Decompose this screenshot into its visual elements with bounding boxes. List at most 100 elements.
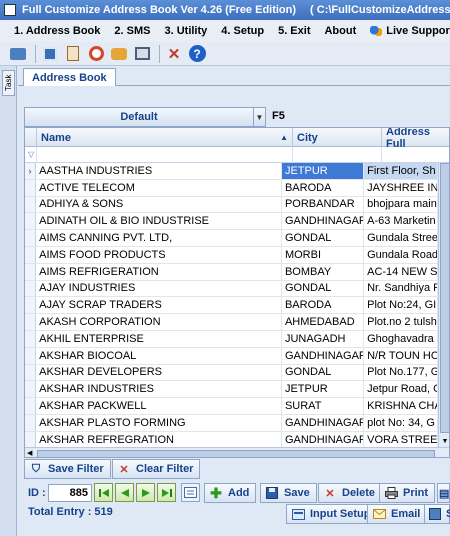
menu-utility[interactable]: 3. Utility (164, 25, 207, 37)
cell-city[interactable]: BARODA (282, 179, 365, 196)
cell-name[interactable]: ACTIVE TELECOM (36, 179, 282, 196)
table-row[interactable]: AKSHAR BIOCOAL GANDHINAGAR N/R TOUN HO (25, 347, 438, 365)
cell-name[interactable]: AKSHAR BIOCOAL (36, 347, 282, 364)
tab-address-book[interactable]: Address Book (23, 68, 116, 87)
alarm-clock-icon[interactable] (86, 44, 106, 64)
table-row[interactable]: › AASTHA INDUSTRIES JETPUR First Floor, Sh (25, 163, 438, 180)
cell-address[interactable]: Gundala Road (364, 246, 438, 263)
add-button[interactable]: ✚ Add (204, 483, 257, 503)
delete-button[interactable]: ✕ Delete (318, 483, 383, 503)
cell-city[interactable]: GONDAL (282, 364, 365, 381)
cell-address[interactable]: A-63 Marketin (364, 213, 438, 230)
cell-city[interactable]: PORBANDAR (282, 196, 365, 213)
cell-city[interactable]: GANDHINAGAR (282, 213, 365, 230)
cell-city[interactable]: AHMEDABAD (282, 314, 365, 330)
menu-address-book[interactable]: 1. Address Book (14, 25, 100, 37)
row-indicator[interactable] (25, 196, 37, 213)
input-setup-button[interactable]: Input Setup (286, 504, 378, 524)
cell-city[interactable]: GANDHINAGAR (282, 431, 365, 448)
cell-address[interactable]: KRISHNA CHA (364, 398, 438, 414)
cell-address[interactable]: Plot No.177, G (364, 364, 438, 381)
cell-name[interactable]: AKSHAR DEVELOPERS (36, 364, 282, 381)
table-row[interactable]: ADHIYA & SONS PORBANDAR bhojpara main (25, 196, 438, 214)
row-indicator[interactable] (25, 213, 37, 230)
id-input[interactable] (48, 484, 92, 502)
cell-name[interactable]: AKSHAR REFREGRATION (36, 431, 282, 448)
cell-name[interactable]: AJAY SCRAP TRADERS (36, 297, 282, 314)
column-header-name[interactable]: Name ▲ (37, 128, 293, 147)
first-record-button[interactable] (94, 483, 113, 502)
cell-address[interactable]: VORA STREE (364, 431, 438, 448)
print-button[interactable]: Print (379, 483, 436, 503)
table-row[interactable]: AKASH CORPORATION AHMEDABAD Plot.no 2 tuls… (25, 314, 438, 331)
chevron-down-icon[interactable]: ▼ (253, 108, 265, 126)
cell-name[interactable]: AKSHAR PLASTO FORMING (36, 414, 282, 431)
cell-address[interactable]: JAYSHREE IN (364, 179, 438, 196)
cell-address[interactable]: Plot No:24, GI (364, 297, 438, 314)
help-icon[interactable]: ? (187, 44, 207, 64)
row-indicator[interactable] (25, 246, 37, 263)
row-indicator[interactable] (25, 280, 37, 297)
email-button[interactable]: Email (367, 504, 428, 524)
cell-city[interactable]: BOMBAY (282, 263, 365, 280)
scrollbar-thumb[interactable] (37, 450, 435, 457)
cell-address[interactable]: Ghoghavadra (364, 330, 438, 347)
cell-name[interactable]: ADINATH OIL & BIO INDUSTRISE (36, 213, 282, 230)
row-indicator[interactable]: › (25, 163, 37, 179)
menu-about[interactable]: About (324, 25, 356, 37)
table-row[interactable]: AIMS CANNING PVT. LTD, GONDAL Gundala Stre… (25, 230, 438, 247)
layout-select[interactable]: Default ▼ (24, 107, 266, 127)
clear-filter-button[interactable]: ✕ Clear Filter (112, 459, 201, 479)
table-row[interactable]: AKSHAR PLASTO FORMING GANDHINAGAR plot No:… (25, 414, 438, 432)
cell-name[interactable]: AKSHAR PACKWELL (36, 398, 282, 414)
monitor-icon[interactable] (40, 44, 60, 64)
cell-address[interactable]: bhojpara main (364, 196, 438, 213)
cell-name[interactable]: AASTHA INDUSTRIES (36, 163, 282, 179)
more-toolbar-button[interactable]: ▤ (437, 483, 450, 503)
contacts-icon[interactable] (8, 44, 28, 64)
table-row[interactable]: AKHIL ENTERPRISE JUNAGADH Ghoghavadra (25, 330, 438, 348)
save-button[interactable]: Save (260, 483, 317, 503)
cell-address[interactable]: N/R TOUN HO (364, 347, 438, 364)
column-header-city[interactable]: City (293, 128, 382, 147)
task-side-tab[interactable]: Task (2, 70, 15, 96)
menu-setup[interactable]: 4. Setup (221, 25, 264, 37)
cell-city[interactable]: BARODA (282, 297, 365, 314)
cell-city[interactable]: GONDAL (282, 230, 365, 246)
previous-record-button[interactable] (115, 483, 134, 502)
cell-city[interactable]: SURAT (282, 398, 365, 414)
row-indicator[interactable] (25, 381, 37, 398)
cell-name[interactable]: AIMS REFRIGERATION (36, 263, 282, 280)
row-indicator[interactable] (25, 330, 37, 347)
record-detail-button[interactable] (181, 483, 200, 502)
table-row[interactable]: AKSHAR PACKWELL SURAT KRISHNA CHA (25, 398, 438, 415)
cell-city[interactable]: JETPUR (281, 163, 365, 179)
row-indicator[interactable] (25, 431, 37, 448)
table-row[interactable]: ACTIVE TELECOM BARODA JAYSHREE IN (25, 179, 438, 197)
table-row[interactable]: AIMS FOOD PRODUCTS MORBI Gundala Road (25, 246, 438, 264)
cell-city[interactable]: GONDAL (282, 280, 365, 297)
table-row[interactable]: AKSHAR DEVELOPERS GONDAL Plot No.177, G (25, 364, 438, 382)
row-indicator[interactable] (25, 230, 37, 246)
column-header-address[interactable]: Address Full (382, 128, 449, 150)
cell-name[interactable]: AIMS FOOD PRODUCTS (36, 246, 282, 263)
cell-address[interactable]: Jetpur Road, G (364, 381, 438, 398)
cell-address[interactable]: plot No: 34, G (364, 414, 438, 431)
cake-icon[interactable] (109, 44, 129, 64)
vertical-scrollbar[interactable]: ▼ (438, 163, 449, 448)
cell-name[interactable]: AKHIL ENTERPRISE (36, 330, 282, 347)
row-indicator[interactable] (25, 263, 37, 280)
horizontal-scrollbar[interactable]: ◀ (25, 447, 449, 457)
cell-address[interactable]: AC-14 NEW S (364, 263, 438, 280)
row-indicator[interactable] (25, 364, 37, 381)
row-indicator[interactable] (25, 414, 37, 431)
cell-city[interactable]: JUNAGADH (282, 330, 365, 347)
table-row[interactable]: ADINATH OIL & BIO INDUSTRISE GANDHINAGAR A… (25, 213, 438, 231)
menu-live-support-chat[interactable]: Live Support Chat (370, 25, 450, 37)
cell-address[interactable]: Gundala Stree (364, 230, 438, 246)
table-row[interactable]: AKSHAR INDUSTRIES JETPUR Jetpur Road, G (25, 381, 438, 399)
cell-name[interactable]: AIMS CANNING PVT. LTD, (36, 230, 282, 246)
cell-name[interactable]: AKASH CORPORATION (36, 314, 282, 330)
next-record-button[interactable] (136, 483, 155, 502)
cell-city[interactable]: MORBI (282, 246, 365, 263)
